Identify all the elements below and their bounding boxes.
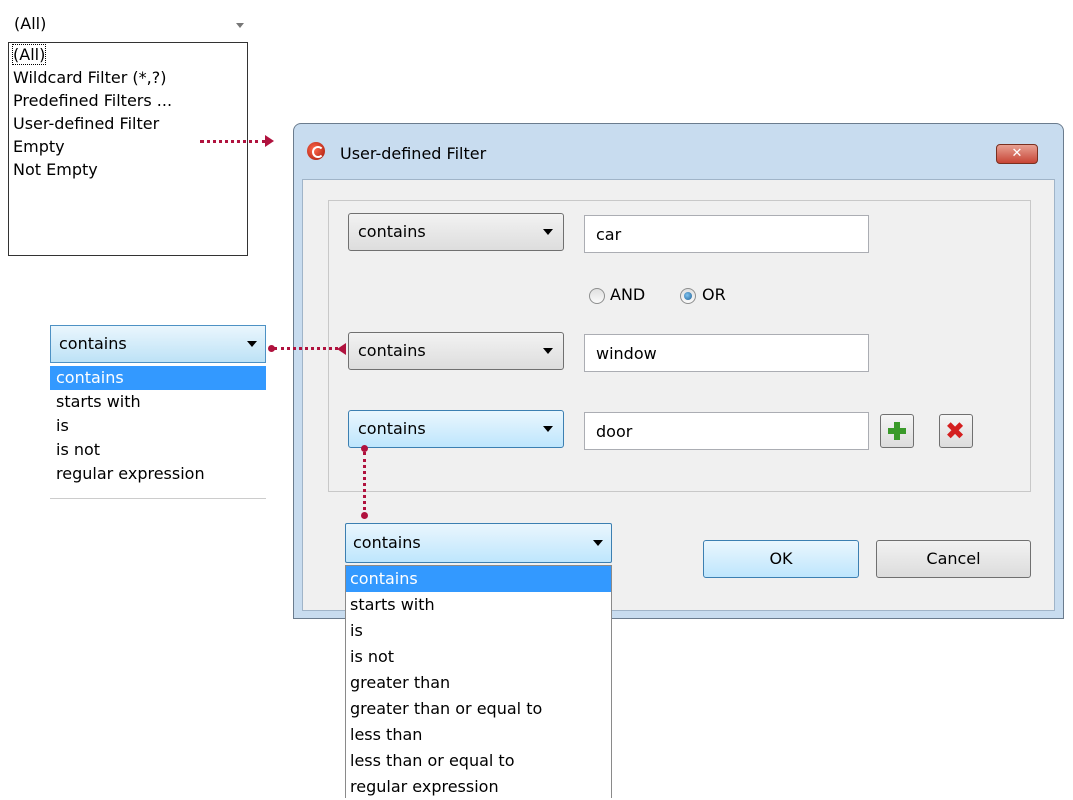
operator-option-greater-than[interactable]: greater than xyxy=(346,670,611,696)
conditions-group: contains car AND OR contains window cont… xyxy=(328,200,1031,492)
connector-dots xyxy=(363,452,366,516)
filter-option-predefined[interactable]: Predefined Filters ... xyxy=(9,89,247,112)
value-input-1[interactable]: car xyxy=(584,215,869,253)
operator-combo-value: contains xyxy=(358,341,426,360)
add-condition-button[interactable] xyxy=(880,414,914,448)
filter-dropdown-list: (All) Wildcard Filter (*,?) Predefined F… xyxy=(8,42,248,256)
connector-dot xyxy=(361,512,368,519)
cancel-button[interactable]: Cancel xyxy=(876,540,1031,578)
or-radio[interactable] xyxy=(680,288,696,304)
chevron-down-icon xyxy=(543,426,553,432)
operator-combo-1[interactable]: contains xyxy=(348,213,564,251)
bottom-operator-value: contains xyxy=(353,533,421,552)
filter-option-empty[interactable]: Empty xyxy=(9,135,247,158)
close-button[interactable]: ✕ xyxy=(996,144,1038,164)
value-input-text: door xyxy=(596,422,633,441)
filter-option-not-empty[interactable]: Not Empty xyxy=(9,158,247,181)
bottom-operator-combo[interactable]: contains xyxy=(345,523,612,563)
chevron-down-icon[interactable] xyxy=(593,540,603,546)
operator-option-less-than[interactable]: less than xyxy=(346,722,611,748)
value-input-text: window xyxy=(596,344,657,363)
close-icon: ✕ xyxy=(1011,146,1023,161)
dialog-title: User-defined Filter xyxy=(340,144,487,163)
value-input-text: car xyxy=(596,225,622,244)
operator-option-is-not[interactable]: is not xyxy=(346,644,611,670)
connector-dots xyxy=(200,140,266,143)
value-input-3[interactable]: door xyxy=(584,412,869,450)
filter-option-wildcard[interactable]: Wildcard Filter (*,?) xyxy=(9,66,247,89)
operator-option-greater-or-equal[interactable]: greater than or equal to xyxy=(346,696,611,722)
app-logo-icon xyxy=(307,142,325,160)
chevron-down-icon xyxy=(543,348,553,354)
operator-option-starts-with[interactable]: starts with xyxy=(50,390,266,414)
chevron-down-icon[interactable] xyxy=(236,23,244,28)
and-radio-label: AND xyxy=(610,285,646,304)
bottom-operator-list: contains starts with is is not greater t… xyxy=(345,565,612,798)
filter-combo[interactable]: (All) xyxy=(8,10,260,40)
filter-option-all[interactable]: (All) xyxy=(9,43,247,66)
operator-option-contains[interactable]: contains xyxy=(50,366,266,390)
filter-option-user-defined[interactable]: User-defined Filter xyxy=(9,112,247,135)
value-input-2[interactable]: window xyxy=(584,334,869,372)
operator-combo-3[interactable]: contains xyxy=(348,410,564,448)
left-operator-list: contains starts with is is not regular e… xyxy=(50,366,266,499)
filter-combo-value: (All) xyxy=(14,14,47,33)
operator-option-starts-with[interactable]: starts with xyxy=(346,592,611,618)
plus-icon xyxy=(888,422,906,440)
dialog-titlebar[interactable]: User-defined Filter ✕ xyxy=(294,124,1063,180)
left-operator-value: contains xyxy=(59,334,127,353)
operator-option-regex[interactable]: regular expression xyxy=(346,774,611,800)
ok-button[interactable]: OK xyxy=(703,540,859,578)
chevron-down-icon[interactable] xyxy=(247,341,257,347)
connector-dots xyxy=(274,347,338,350)
operator-option-is[interactable]: is xyxy=(346,618,611,644)
operator-option-less-or-equal[interactable]: less than or equal to xyxy=(346,748,611,774)
connector-dot xyxy=(361,445,368,452)
or-radio-label: OR xyxy=(702,285,726,304)
connector-arrow-left xyxy=(337,343,346,355)
and-radio[interactable] xyxy=(589,288,605,304)
operator-option-is-not[interactable]: is not xyxy=(50,438,266,462)
remove-condition-button[interactable]: ✖ xyxy=(939,414,973,448)
delete-x-icon: ✖ xyxy=(945,417,966,445)
chevron-down-icon xyxy=(543,229,553,235)
connector-arrow-right xyxy=(265,135,274,147)
operator-combo-value: contains xyxy=(358,419,426,438)
operator-combo-2[interactable]: contains xyxy=(348,332,564,370)
operator-combo-value: contains xyxy=(358,222,426,241)
operator-option-contains[interactable]: contains xyxy=(346,566,611,592)
operator-option-is[interactable]: is xyxy=(50,414,266,438)
left-operator-combo[interactable]: contains xyxy=(50,325,266,363)
operator-option-regex[interactable]: regular expression xyxy=(50,462,266,486)
